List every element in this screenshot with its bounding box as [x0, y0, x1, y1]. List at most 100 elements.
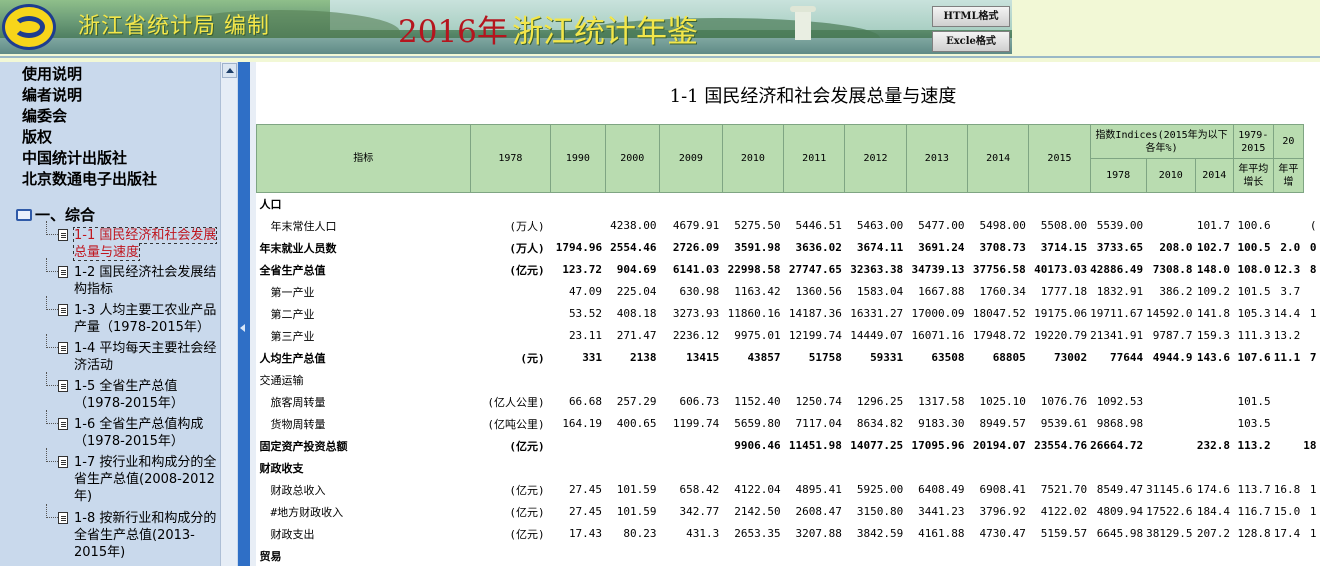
collapse-arrow-icon[interactable] [240, 324, 245, 332]
table-cell: 1583.04 [856, 285, 904, 298]
table-cell [605, 193, 659, 215]
table-cell: 1163.42 [734, 285, 781, 298]
table-cell: 8949.57 [979, 417, 1026, 430]
row-label: 年末常住人口 [270, 219, 337, 233]
column-header-year: 2015 [1028, 124, 1091, 193]
table-cell: 5925.00 [856, 483, 904, 496]
nav-item[interactable]: 1-8 按新行业和构成分的全省生产总值(2013-2015年) [44, 504, 220, 561]
column-header-index-year: 2010 [1145, 158, 1196, 193]
table-cell: 101.59 [616, 505, 657, 518]
table-cell: 4679.91 [672, 219, 720, 232]
nav-item[interactable]: 1-2 国民经济社会发展结构指标 [44, 258, 220, 298]
table-cell: 17948.72 [972, 329, 1026, 342]
sidebar-link[interactable]: 编者说明 [22, 85, 238, 106]
table-cell [1029, 545, 1090, 566]
row-unit: (亿吨公里) [487, 417, 545, 431]
nav-item-label: 1-6 全省生产总值构成（1978-2015年） [74, 417, 204, 449]
table-cell [1274, 457, 1304, 479]
table-cell [1303, 413, 1319, 435]
row-unit: (亿元) [509, 505, 545, 519]
sidebar-nav: 使用说明 编者说明 编委会 版权 中国统计出版社 北京数通电子出版社 一、综合 1-1 国… [0, 62, 238, 566]
sidebar-link[interactable]: 编委会 [22, 106, 238, 127]
sidebar-link[interactable]: 北京数通电子出版社 [22, 169, 238, 190]
table-cell [845, 193, 906, 215]
row-label: 第一产业 [270, 285, 315, 299]
table-cell: 5508.00 [1040, 219, 1088, 232]
nav-item[interactable]: 1-7 按行业和构成分的全省生产总值(2008-2012年) [44, 448, 220, 505]
column-header-growth-period: 1979-2015 [1232, 124, 1275, 159]
table-cell: 5498.00 [979, 219, 1026, 232]
nav-item[interactable]: 1-3 人均主要工农业产品产量（1978-2015年） [44, 296, 220, 336]
table-cell: 3733.65 [1096, 241, 1144, 254]
table-cell [605, 435, 659, 457]
table-cell: 232.8 [1196, 439, 1231, 452]
table-cell: 11.1 [1273, 351, 1301, 364]
table-cell [1029, 369, 1090, 391]
table-cell: 14449.07 [850, 329, 904, 342]
table-cell: 148.0 [1196, 263, 1231, 276]
table-cell: 21341.91 [1090, 329, 1144, 342]
panel-splitter[interactable] [238, 62, 250, 566]
table-cell: 7117.04 [795, 417, 842, 430]
table-cell: 3636.02 [795, 241, 842, 254]
row-unit: (万人) [509, 219, 545, 233]
nav-item[interactable]: 1-5 全省生产总值（1978-2015年） [44, 372, 220, 412]
table-cell: 208.0 [1159, 241, 1193, 254]
table-cell: 40173.03 [1034, 263, 1088, 276]
table-cell: 5659.80 [734, 417, 781, 430]
table-cell: 7308.8 [1152, 263, 1193, 276]
table-cell: 1760.34 [979, 285, 1026, 298]
table-cell: 128.8 [1237, 527, 1271, 540]
sidebar-top-links: 使用说明 编者说明 编委会 版权 中国统计出版社 北京数通电子出版社 [0, 62, 238, 190]
sidebar-scrollbar[interactable] [220, 62, 237, 566]
table-cell: 66.68 [568, 395, 603, 408]
nav-item[interactable]: 1-6 全省生产总值构成（1978-2015年） [44, 410, 220, 450]
table-cell: 77644 [1109, 351, 1144, 364]
nav-item-label: 1-8 按新行业和构成分的全省生产总值(2013-2015年) [74, 511, 217, 560]
table-cell: 14.4 [1273, 307, 1301, 320]
table-cell: 27.45 [568, 483, 603, 496]
html-format-button[interactable]: HTML格式 [932, 6, 1010, 27]
table-cell: 16.8 [1273, 483, 1301, 496]
table-cell: 111.3 [1237, 329, 1271, 342]
table-row: 贸易 [257, 545, 1320, 566]
table-cell [1303, 325, 1319, 347]
table-cell [1274, 545, 1304, 566]
table-cell: 3796.92 [979, 505, 1026, 518]
sidebar-link[interactable]: 版权 [22, 127, 238, 148]
table-cell [551, 545, 605, 566]
table-cell: 109.2 [1196, 285, 1231, 298]
document-icon [58, 418, 68, 430]
nav-item[interactable]: 1-4 平均每天主要社会经济活动 [44, 334, 220, 374]
table-cell: 5477.00 [918, 219, 965, 232]
main-content: 1-1 国民经济和社会发展总量与速度 指标 1978 1990 2000 2009 201… [256, 62, 1320, 566]
excel-format-button[interactable]: Excle格式 [932, 31, 1010, 52]
table-cell: 164.19 [562, 417, 603, 430]
sidebar-link[interactable]: 使用说明 [22, 64, 238, 85]
table-cell: 15.0 [1273, 505, 1301, 518]
table-cell [1274, 413, 1304, 435]
table-cell [784, 369, 845, 391]
table-cell: 6408.49 [918, 483, 965, 496]
table-cell [1303, 369, 1319, 391]
table-cell [551, 369, 605, 391]
table-cell [1274, 369, 1304, 391]
table-cell: 184.4 [1196, 505, 1231, 518]
table-cell: 141.8 [1196, 307, 1231, 320]
nav-section-label: 一、综合 [35, 206, 96, 224]
table-cell: 102.7 [1196, 241, 1231, 254]
row-unit [470, 193, 551, 215]
table-cell: 59331 [870, 351, 904, 364]
row-label: 人口 [259, 197, 282, 211]
scroll-up-arrow-icon[interactable] [222, 63, 237, 78]
table-cell [1146, 413, 1195, 435]
table-cell: 1152.40 [734, 395, 781, 408]
table-cell: 38129.5 [1146, 527, 1193, 540]
nav-item[interactable]: 1-1 国民经济和社会发展总量与速度 [44, 221, 220, 261]
table-cell: 11860.16 [727, 307, 781, 320]
table-cell: 43857 [747, 351, 781, 364]
document-icon [58, 342, 68, 354]
table-cell: 1296.25 [856, 395, 904, 408]
table-cell: 4238.00 [610, 219, 657, 232]
sidebar-link[interactable]: 中国统计出版社 [22, 148, 238, 169]
